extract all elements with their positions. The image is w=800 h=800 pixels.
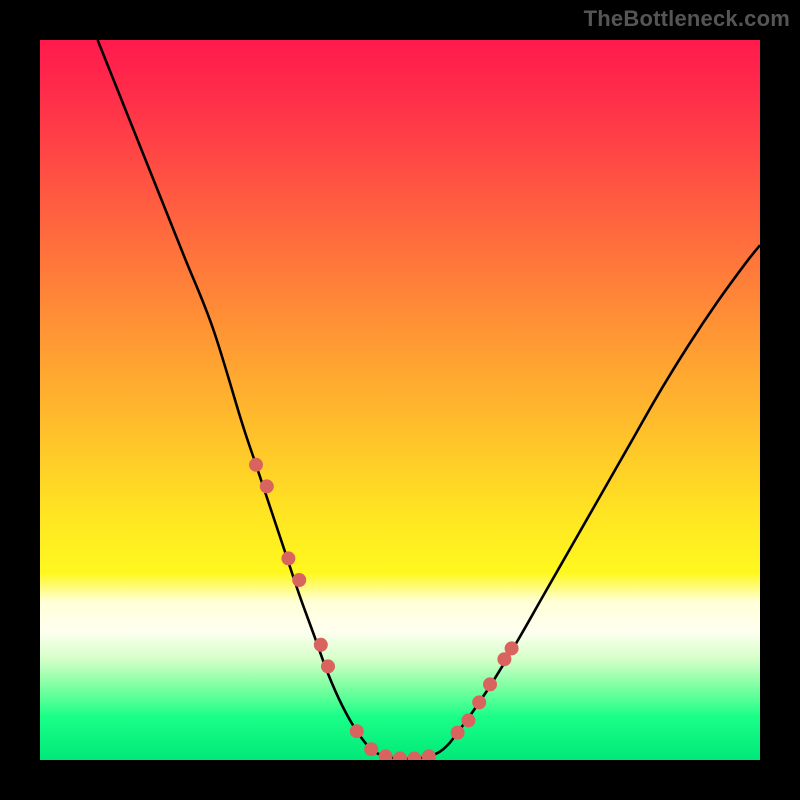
- scatter-dot: [260, 479, 274, 493]
- scatter-dot: [472, 695, 486, 709]
- scatter-dot: [483, 677, 497, 691]
- scatter-dot: [314, 638, 328, 652]
- bottleneck-chart: [40, 40, 760, 760]
- scatter-dot: [364, 742, 378, 756]
- scatter-dot: [451, 726, 465, 740]
- scatter-dot: [292, 573, 306, 587]
- scatter-dot: [407, 752, 421, 760]
- scatter-dot: [350, 724, 364, 738]
- scatter-dot: [281, 551, 295, 565]
- scatter-dot: [393, 752, 407, 760]
- scatter-dot: [379, 749, 393, 760]
- plot-area: [40, 40, 760, 760]
- scatter-dot: [321, 659, 335, 673]
- bottleneck-curve: [98, 40, 760, 759]
- scatter-dot: [461, 713, 475, 727]
- chart-container: TheBottleneck.com: [0, 0, 800, 800]
- frame-border: [0, 760, 800, 800]
- frame-border: [0, 0, 40, 800]
- scatter-points: [249, 458, 519, 760]
- watermark-text: TheBottleneck.com: [584, 6, 790, 32]
- frame-border: [760, 0, 800, 800]
- scatter-dot: [505, 641, 519, 655]
- scatter-dot: [249, 458, 263, 472]
- scatter-dot: [422, 749, 436, 760]
